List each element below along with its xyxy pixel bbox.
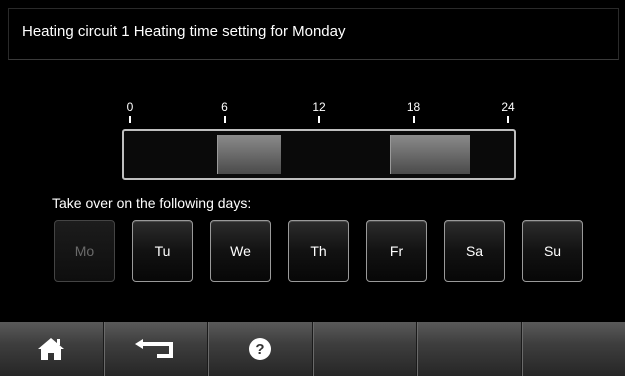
main-panel: 0 6 12 18 24 Take over on the following days… [8, 60, 617, 320]
takeover-label: Take over on the following days: [52, 195, 252, 211]
tick-mark [129, 116, 131, 123]
day-button-su[interactable]: Su [522, 220, 583, 282]
heating-period-block[interactable] [216, 135, 281, 174]
tick-label: 12 [312, 100, 326, 114]
help-icon: ? [249, 338, 272, 360]
heating-timeline-bar[interactable] [122, 129, 516, 180]
home-button[interactable] [0, 322, 104, 376]
back-icon [134, 339, 173, 358]
tick-mark [318, 116, 320, 123]
tick-mark [507, 116, 509, 123]
day-button-th[interactable]: Th [288, 220, 349, 282]
page-title: Heating circuit 1 Heating time setting f… [22, 23, 346, 40]
heating-period-block[interactable] [389, 135, 470, 174]
day-button-mo: Mo [54, 220, 115, 282]
toolbar-empty-slot [521, 322, 625, 376]
day-button-sa[interactable]: Sa [444, 220, 505, 282]
bottom-toolbar: ? [0, 322, 625, 376]
tick-mark [223, 116, 226, 123]
tick-label: 18 [406, 100, 421, 114]
svg-text:?: ? [256, 341, 265, 358]
back-button[interactable] [103, 322, 208, 376]
day-button-tu[interactable]: Tu [132, 220, 193, 282]
heating-time-screen: Heating circuit 1 Heating time setting f… [0, 0, 625, 376]
home-icon [38, 338, 65, 360]
day-button-we[interactable]: We [210, 220, 271, 282]
tick-label: 24 [501, 100, 515, 114]
toolbar-empty-slot [312, 322, 417, 376]
day-button-fr[interactable]: Fr [366, 220, 427, 282]
header-bar: Heating circuit 1 Heating time setting f… [8, 8, 619, 60]
tick-mark [412, 116, 415, 123]
tick-label: 6 [221, 100, 228, 114]
help-button[interactable]: ? [208, 322, 313, 376]
tick-label: 0 [126, 100, 134, 114]
toolbar-empty-slot [417, 322, 522, 376]
